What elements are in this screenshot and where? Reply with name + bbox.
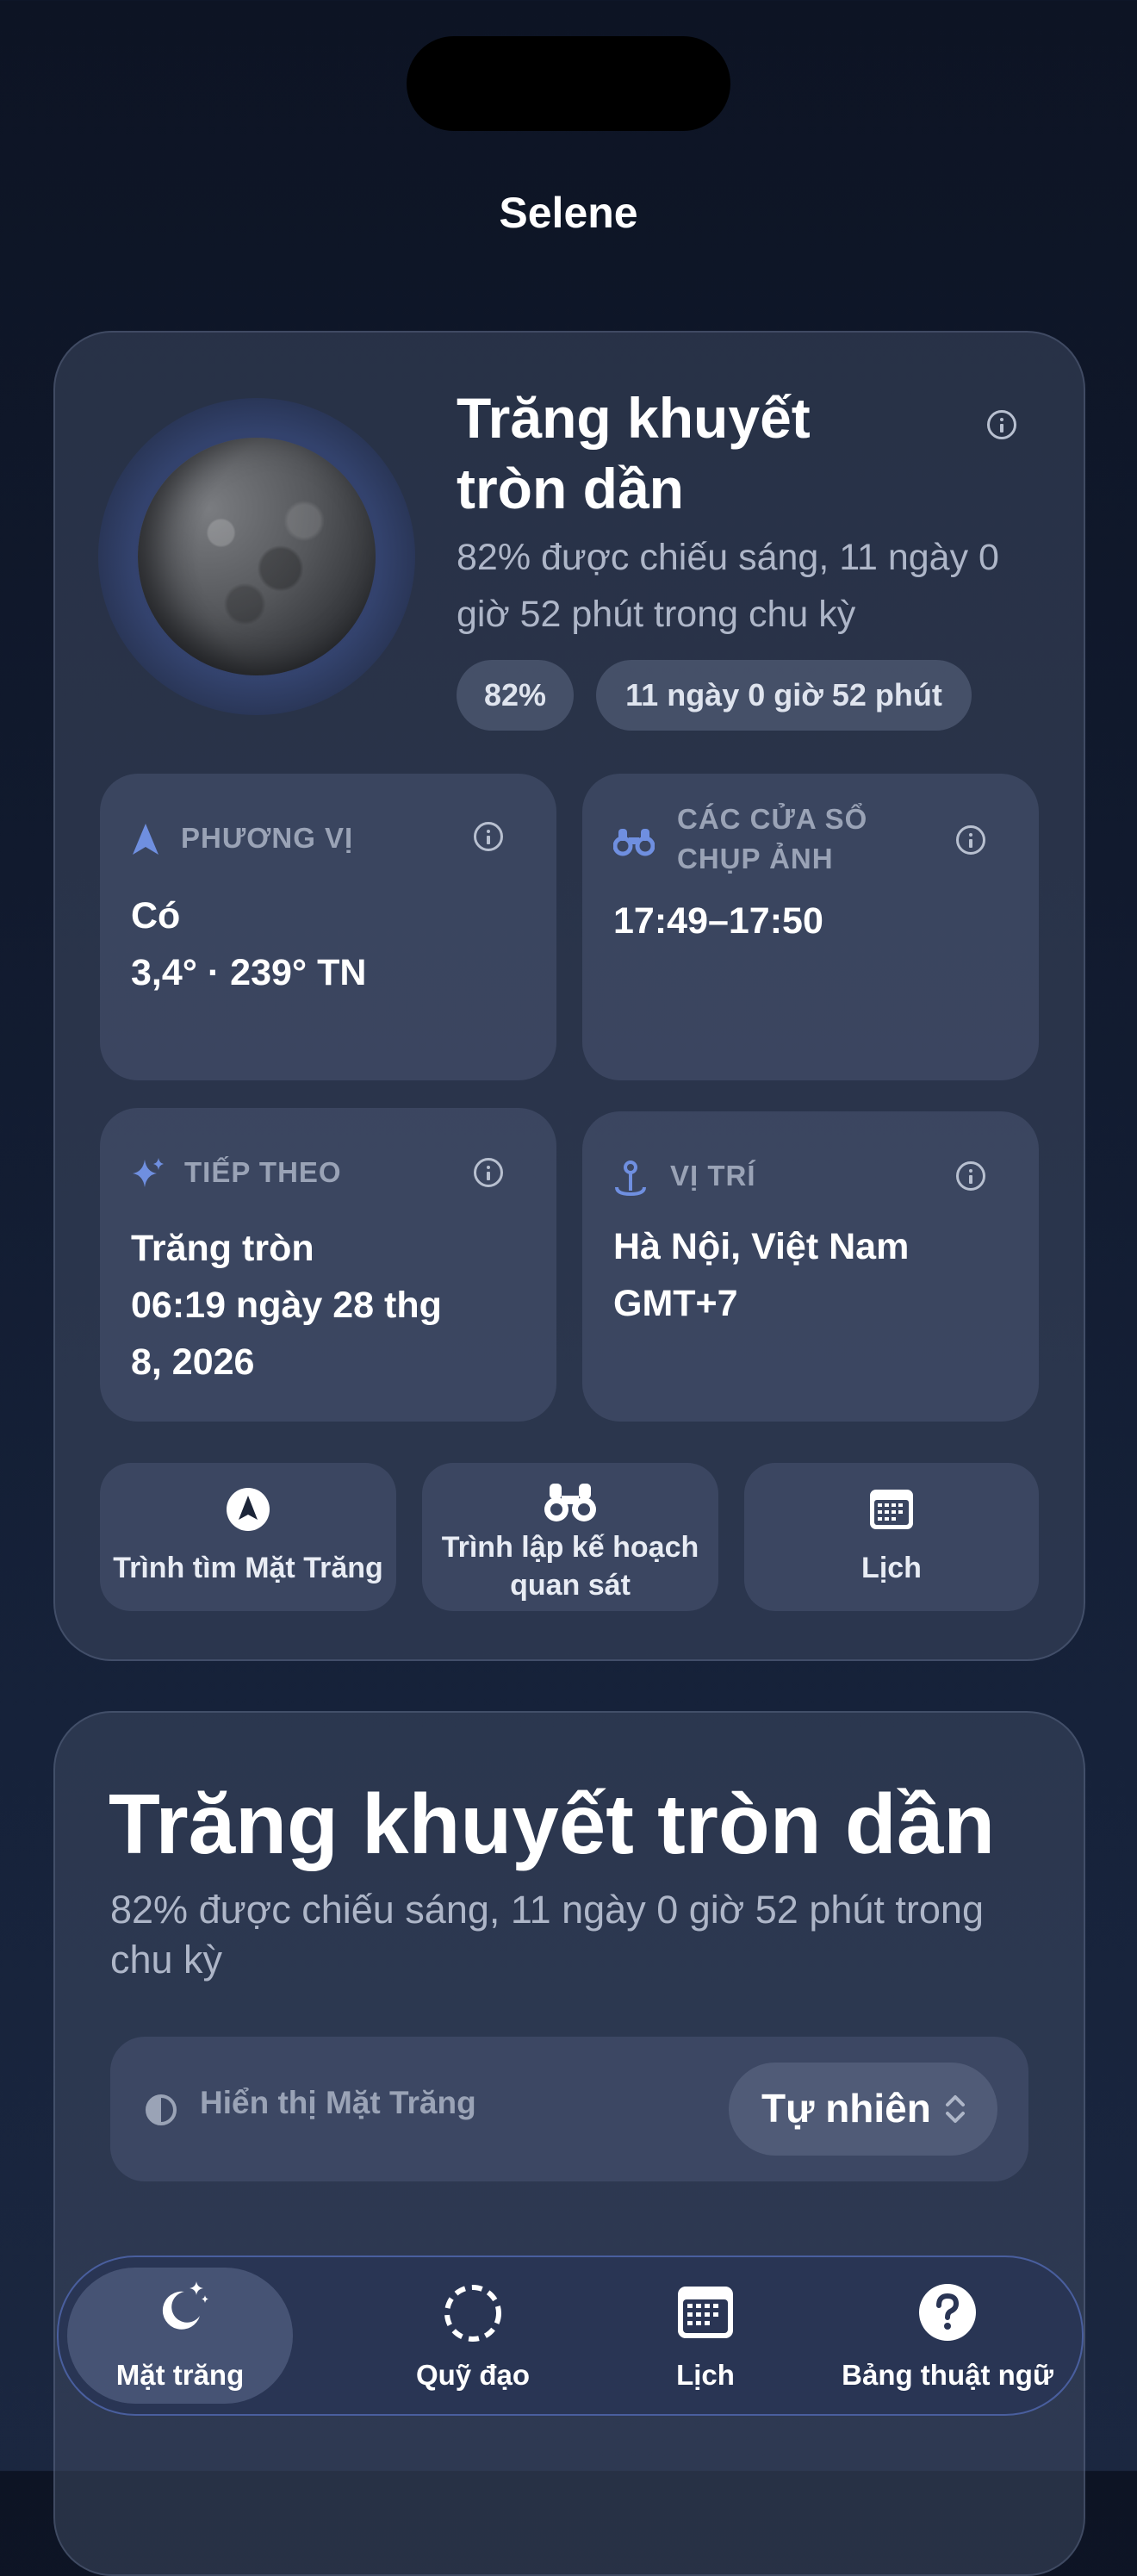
detail-subtitle: 82% được chiếu sáng, 11 ngày 0 giờ 52 ph… (110, 1888, 984, 1982)
calendar-icon (678, 2287, 733, 2338)
next-phase-tile[interactable]: TIẾP THEO Trăng tròn 06:19 ngày 28 thg 8… (100, 1108, 556, 1422)
chevron-up-down-icon (946, 2095, 965, 2123)
photo-windows-label: CÁC CỬA SỔ CHỤP ẢNH (677, 803, 868, 874)
moon-stars-icon (162, 2281, 208, 2330)
tab-moon[interactable]: Mặt trăng (67, 2257, 293, 2414)
observation-planner-button[interactable]: Trình lập kế hoạch quan sát (422, 1463, 718, 1611)
app-title: Selene (499, 189, 638, 237)
next-phase-year: 8, 2026 (131, 1341, 255, 1383)
half-circle-icon (146, 2094, 177, 2125)
location-timezone: GMT+7 (613, 1283, 738, 1324)
photo-windows-info-icon[interactable] (956, 825, 985, 855)
binoculars-icon (613, 829, 655, 856)
location-label: VỊ TRÍ (670, 1160, 756, 1192)
moon-display-row: Hiển thị Mặt Trăng Tự nhiên (110, 2037, 1028, 2181)
moon-display-select[interactable]: Tự nhiên (729, 2063, 997, 2156)
moon-halo (98, 398, 415, 715)
phase-info-icon[interactable] (987, 410, 1016, 439)
azimuth-label: PHƯƠNG VỊ (181, 822, 354, 854)
photo-windows-value: 17:49–17:50 (613, 900, 823, 942)
tab-calendar[interactable]: Lịch (598, 2257, 813, 2414)
compass-arrow-icon (227, 1488, 270, 1531)
calendar-icon (870, 1490, 913, 1529)
phase-detail-card: Trăng khuyết tròn dần 82% được chiếu sán… (53, 1711, 1085, 2576)
moon-summary-card: Trăng khuyết tròn dần 82% được chiếu sán… (53, 331, 1085, 1661)
location-info-icon[interactable] (956, 1161, 985, 1191)
location-name: Hà Nội, Việt Nam (613, 1226, 910, 1267)
moon-display-label: Hiển thị Mặt Trăng (200, 2085, 476, 2120)
azimuth-info-icon[interactable] (474, 822, 503, 851)
phase-title: Trăng khuyết tròn dần (457, 386, 811, 520)
azimuth-tile[interactable]: PHƯƠNG VỊ Có 3,4° · 239° TN (100, 774, 556, 1080)
detail-title: Trăng khuyết tròn dần (109, 1776, 996, 1871)
moon-finder-button[interactable]: Trình tìm Mặt Trăng (100, 1463, 396, 1611)
phase-subtitle: 82% được chiếu sáng, 11 ngày 0 giờ 52 ph… (457, 537, 999, 635)
calendar-button[interactable]: Lịch (744, 1463, 1039, 1611)
tab-bar: Mặt trăng Quỹ đạo Lịch Bảng thuật ngữ (57, 2256, 1084, 2416)
binoculars-icon (544, 1484, 596, 1521)
location-pin-icon (615, 1160, 646, 1197)
sparkles-icon (133, 1158, 164, 1187)
dynamic-island (407, 36, 730, 131)
location-arrow-icon (133, 824, 158, 855)
illumination-pill: 82% (457, 660, 574, 731)
photo-windows-tile[interactable]: CÁC CỬA SỔ CHỤP ẢNH 17:49–17:50 (582, 774, 1039, 1080)
tab-orbit[interactable]: Quỹ đạo (348, 2257, 598, 2414)
moon-display-value: Tự nhiên (761, 2086, 931, 2131)
next-info-icon[interactable] (474, 1158, 503, 1187)
dashed-circle-icon (444, 2285, 501, 2342)
next-phase-date: 06:19 ngày 28 thg (131, 1285, 442, 1326)
age-pill: 11 ngày 0 giờ 52 phút (596, 660, 972, 731)
location-tile[interactable]: VỊ TRÍ Hà Nội, Việt Nam GMT+7 (582, 1111, 1039, 1422)
azimuth-value: 3,4° · 239° TN (131, 952, 367, 993)
tab-glossary[interactable]: Bảng thuật ngữ (813, 2257, 1082, 2414)
azimuth-visibility: Có (131, 895, 181, 936)
next-label: TIẾP THEO (184, 1156, 342, 1188)
question-mark-icon (919, 2284, 976, 2341)
next-phase-name: Trăng tròn (131, 1228, 314, 1269)
